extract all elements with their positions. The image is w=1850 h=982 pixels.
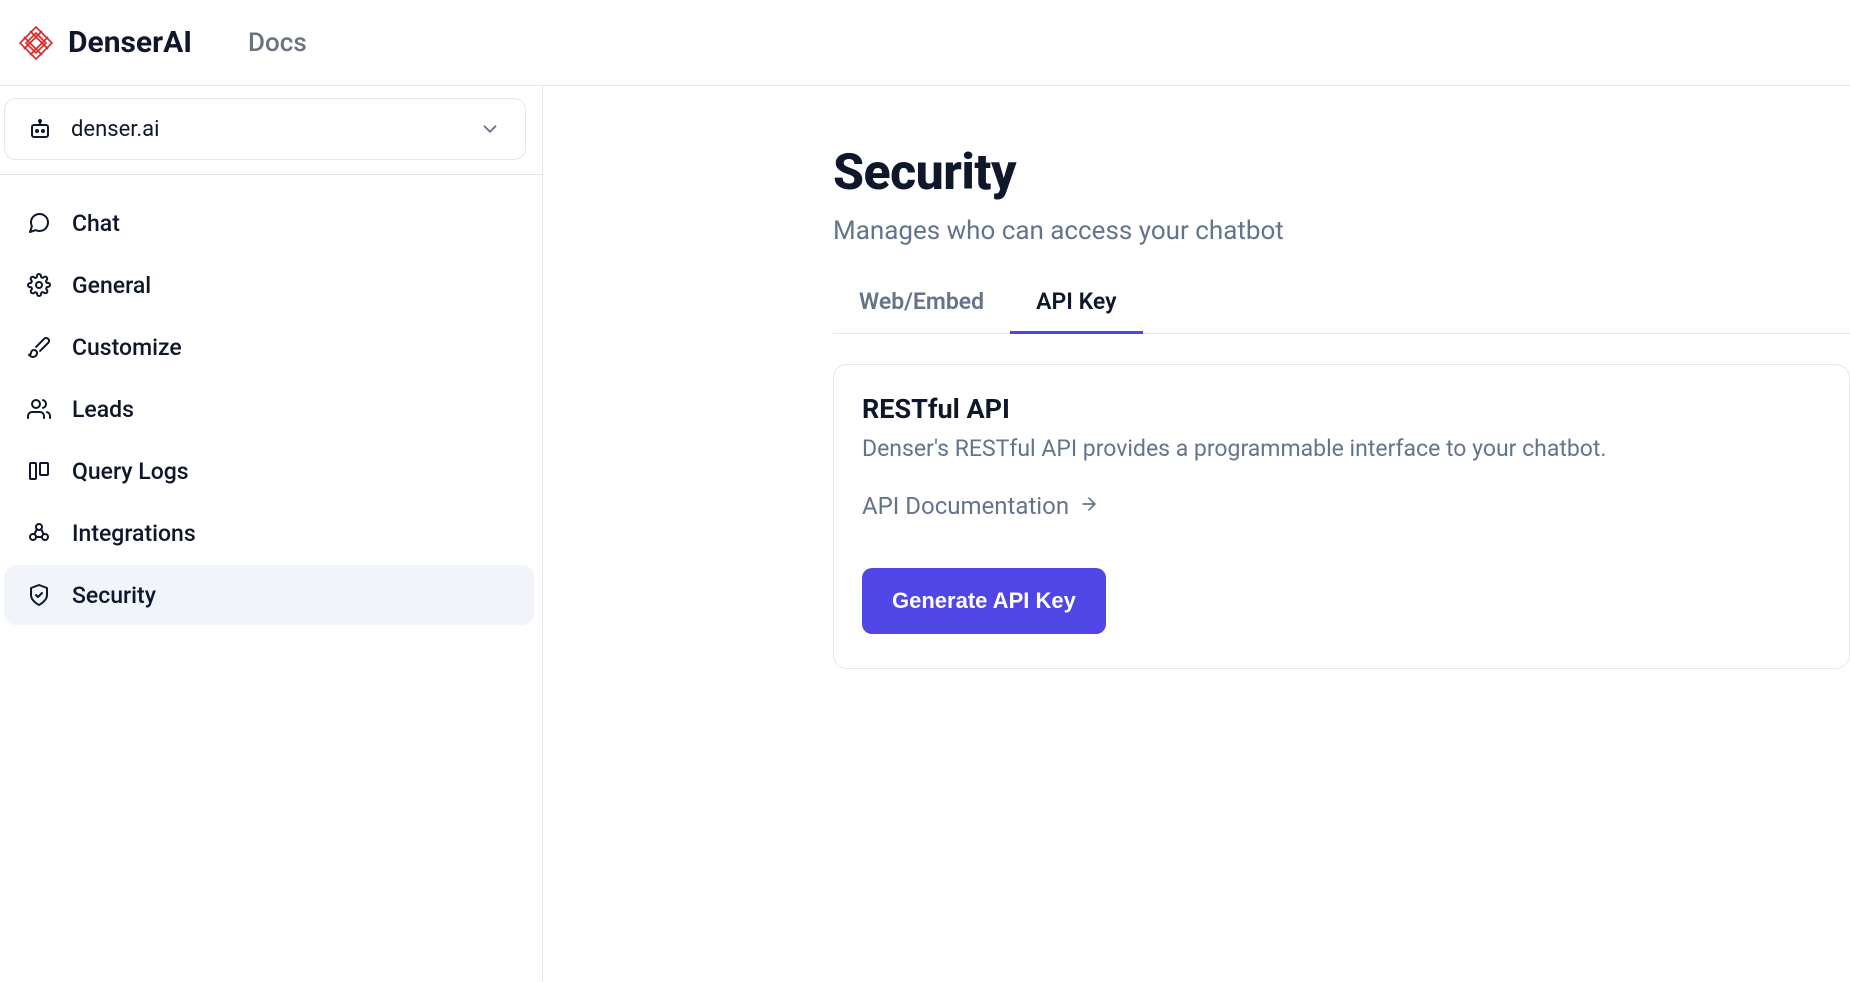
- brand-name: DenserAI: [68, 25, 192, 60]
- sidebar-item-label: Leads: [72, 396, 134, 423]
- brush-icon: [26, 334, 52, 360]
- sidebar-item-label: Integrations: [72, 520, 196, 547]
- header: DenserAI Docs: [0, 0, 1850, 86]
- sidebar-item-query-logs[interactable]: Query Logs: [4, 441, 534, 501]
- sidebar-item-security[interactable]: Security: [4, 565, 534, 625]
- card-description: Denser's RESTful API provides a programm…: [862, 435, 1821, 462]
- tab-web-embed[interactable]: Web/Embed: [833, 288, 1010, 333]
- project-selector[interactable]: denser.ai: [4, 98, 526, 160]
- brand-logo[interactable]: DenserAI: [18, 25, 192, 61]
- sidebar: denser.ai Chat: [0, 86, 543, 982]
- sidebar-item-general[interactable]: General: [4, 255, 534, 315]
- nav-docs-link[interactable]: Docs: [248, 28, 307, 58]
- brand-logo-icon: [18, 25, 54, 61]
- sidebar-item-label: Security: [72, 582, 156, 609]
- integrations-icon: [26, 520, 52, 546]
- sidebar-item-leads[interactable]: Leads: [4, 379, 534, 439]
- page-title: Security: [833, 144, 1850, 202]
- sidebar-divider: [0, 174, 542, 175]
- shield-icon: [26, 582, 52, 608]
- page-subtitle: Manages who can access your chatbot: [833, 216, 1850, 246]
- chat-icon: [26, 210, 52, 236]
- main-content: Security Manages who can access your cha…: [543, 86, 1850, 982]
- card-title: RESTful API: [862, 393, 1821, 425]
- chevron-down-icon: [477, 116, 503, 142]
- tabs: Web/Embed API Key: [833, 288, 1850, 334]
- arrow-right-icon: [1079, 492, 1099, 520]
- sidebar-item-integrations[interactable]: Integrations: [4, 503, 534, 563]
- api-card: RESTful API Denser's RESTful API provide…: [833, 364, 1850, 669]
- sidebar-item-customize[interactable]: Customize: [4, 317, 534, 377]
- logs-icon: [26, 458, 52, 484]
- sidebar-item-label: Query Logs: [72, 458, 189, 485]
- doc-link-label: API Documentation: [862, 492, 1069, 520]
- gear-icon: [26, 272, 52, 298]
- sidebar-item-label: Customize: [72, 334, 182, 361]
- tab-api-key[interactable]: API Key: [1010, 288, 1142, 333]
- users-icon: [26, 396, 52, 422]
- sidebar-item-label: General: [72, 272, 151, 299]
- sidebar-item-chat[interactable]: Chat: [4, 193, 534, 253]
- generate-api-key-button[interactable]: Generate API Key: [862, 568, 1106, 634]
- bot-icon: [27, 116, 53, 142]
- sidebar-nav: Chat General Customize: [4, 183, 534, 625]
- api-documentation-link[interactable]: API Documentation: [862, 492, 1099, 520]
- project-selector-value: denser.ai: [71, 117, 160, 142]
- sidebar-item-label: Chat: [72, 210, 120, 237]
